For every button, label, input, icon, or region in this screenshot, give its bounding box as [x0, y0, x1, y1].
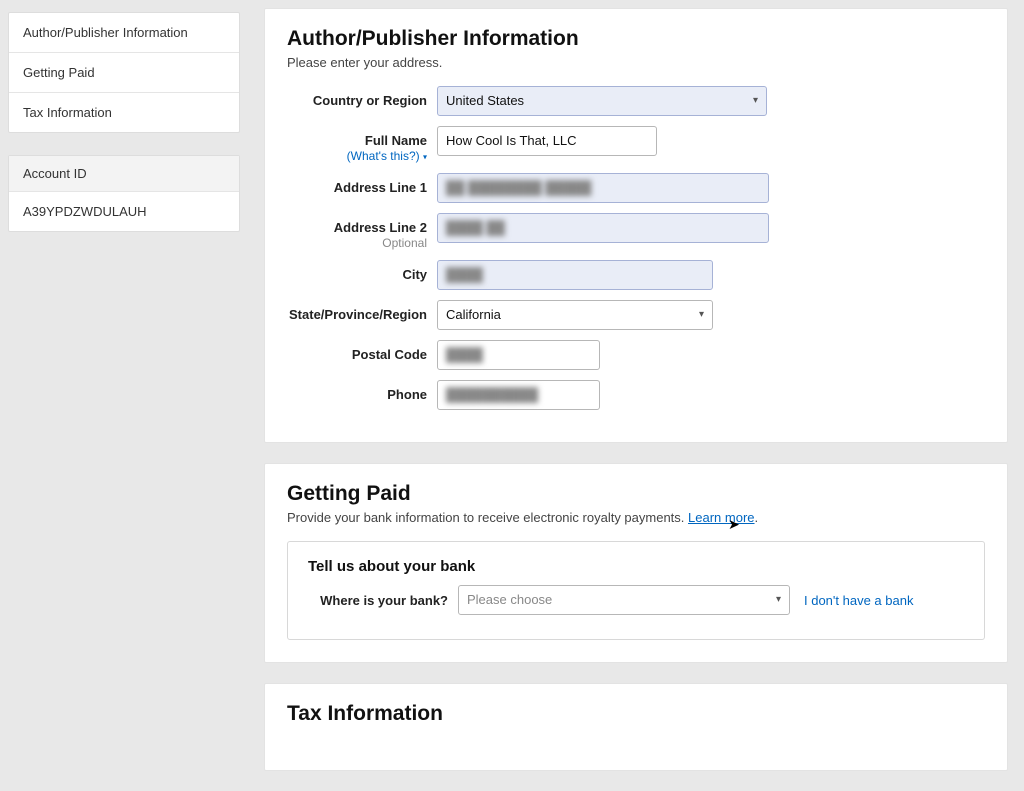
phone-input[interactable]: ██████████: [437, 380, 600, 410]
country-value: United States: [446, 93, 524, 109]
address-line-1-input[interactable]: ██ ████████ █████: [437, 173, 769, 203]
sidebar-item-author-publisher[interactable]: Author/Publisher Information: [9, 13, 239, 53]
address-line-2-input[interactable]: ████ ██: [437, 213, 769, 243]
sidebar-item-getting-paid[interactable]: Getting Paid: [9, 53, 239, 93]
whats-this-link[interactable]: (What's this?) ▾: [287, 149, 427, 163]
label-where-bank: Where is your bank?: [308, 593, 458, 608]
getting-paid-panel: Getting Paid Provide your bank informati…: [264, 463, 1008, 663]
label-postal: Postal Code: [287, 340, 437, 362]
label-address2: Address Line 2 Optional: [287, 213, 437, 250]
account-id-box: Account ID A39YPDZWDULAUH: [8, 155, 240, 232]
learn-more-link[interactable]: Learn more: [688, 510, 754, 525]
label-city: City: [287, 260, 437, 282]
state-select[interactable]: California ▾: [437, 300, 713, 330]
state-value: California: [446, 307, 501, 323]
tell-us-title: Tell us about your bank: [308, 558, 964, 575]
tax-information-panel: Tax Information: [264, 683, 1008, 771]
label-phone: Phone: [287, 380, 437, 402]
label-optional: Optional: [287, 236, 427, 250]
postal-code-input[interactable]: ████: [437, 340, 600, 370]
label-state: State/Province/Region: [287, 300, 437, 322]
page-title-paid: Getting Paid: [287, 482, 985, 506]
country-select[interactable]: United States ▾: [437, 86, 767, 116]
full-name-input[interactable]: How Cool Is That, LLC: [437, 126, 657, 156]
account-id-label: Account ID: [9, 156, 239, 192]
label-full-name: Full Name (What's this?) ▾: [287, 126, 437, 163]
account-id-value: A39YPDZWDULAUH: [9, 192, 239, 231]
bank-sub-panel: Tell us about your bank Where is your ba…: [287, 541, 985, 640]
page-title-tax: Tax Information: [287, 702, 985, 726]
author-desc: Please enter your address.: [287, 55, 985, 70]
bank-location-select[interactable]: Please choose ▾: [458, 585, 790, 615]
page-title-author: Author/Publisher Information: [287, 27, 985, 51]
chevron-down-icon: ▾: [753, 93, 758, 109]
label-country: Country or Region: [287, 86, 437, 108]
sidebar-item-tax-information[interactable]: Tax Information: [9, 93, 239, 132]
city-input[interactable]: ████: [437, 260, 713, 290]
label-address1: Address Line 1: [287, 173, 437, 195]
author-publisher-panel: Author/Publisher Information Please ente…: [264, 8, 1008, 443]
chevron-down-icon: ▾: [699, 307, 704, 323]
paid-desc: Provide your bank information to receive…: [287, 510, 985, 525]
bank-select-placeholder: Please choose: [467, 592, 552, 608]
sidebar-nav: Author/Publisher Information Getting Pai…: [8, 12, 240, 133]
chevron-down-icon: ▾: [776, 592, 781, 608]
no-bank-link[interactable]: I don't have a bank: [804, 593, 913, 608]
